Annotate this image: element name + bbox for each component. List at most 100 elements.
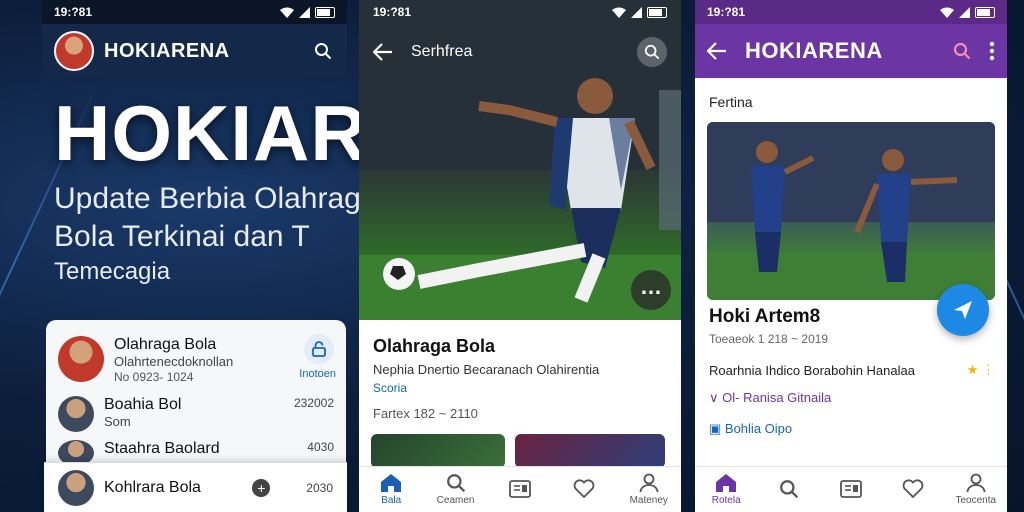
- search-icon: [644, 44, 660, 60]
- search-icon[interactable]: [953, 42, 971, 60]
- article-tag[interactable]: Scoria: [373, 381, 407, 395]
- heart-icon: [574, 478, 595, 498]
- news-icon: [509, 479, 531, 498]
- profile-icon: [639, 473, 659, 493]
- hero-subtitle-line: Temecagia: [54, 258, 171, 285]
- nav-news[interactable]: [824, 479, 878, 500]
- battery-icon: [975, 6, 995, 18]
- article-screen: 19:?81 Serhfrea … Olahraga Bola Nephia D…: [359, 0, 681, 512]
- list-item-meta: No 0923- 1024: [114, 370, 194, 384]
- app-title: HOKIARENA: [745, 38, 883, 63]
- soccer-players-image: [707, 122, 995, 300]
- status-bar: 19:?81: [359, 0, 681, 24]
- nav-label: Bala: [381, 495, 402, 506]
- list-item-title: Staahra Baolard: [104, 440, 220, 457]
- profile-icon: [966, 473, 986, 493]
- app-title: HOKIARENA: [104, 39, 230, 62]
- top-nav: Serhfrea: [359, 28, 681, 76]
- featured-photo[interactable]: [707, 122, 995, 300]
- related-thumbnail[interactable]: [371, 434, 505, 468]
- search-icon: [315, 43, 332, 60]
- signal-icon: [959, 6, 970, 18]
- search-button[interactable]: [637, 37, 667, 67]
- bottom-item-time: 2030: [306, 480, 333, 495]
- nav-search[interactable]: Ceamen: [429, 473, 483, 506]
- list-item-title: Olahraga Bola: [114, 336, 217, 353]
- wifi-icon: [940, 7, 954, 18]
- search-button[interactable]: [311, 39, 335, 63]
- avatar[interactable]: [54, 31, 94, 71]
- nav-label: Rotela: [711, 495, 741, 506]
- hero-photo: 19:?81 Serhfrea …: [359, 0, 681, 320]
- bottom-list-item[interactable]: Kohlrara Bola + 2030: [44, 462, 347, 512]
- hero-subtitle-line: Update Berbia Olahragia: [54, 182, 385, 215]
- nav-label: Mateney: [629, 495, 668, 506]
- status-bar: 19:?81: [42, 0, 347, 24]
- nav-favorites[interactable]: [557, 478, 611, 501]
- nav-label: Ceamen: [436, 495, 475, 506]
- nav-home[interactable]: Rotela: [699, 473, 753, 506]
- avatar: [58, 469, 94, 506]
- related-thumbnail[interactable]: [515, 434, 665, 468]
- lock-label: Inotoen: [299, 368, 336, 380]
- search-icon: [446, 474, 465, 493]
- home-icon: [716, 474, 737, 492]
- bottom-nav: Bala Ceamen Mateney: [359, 466, 681, 512]
- avatar: [58, 396, 94, 432]
- status-time: 19:?81: [707, 5, 746, 19]
- list-item-time: 232002: [293, 396, 334, 410]
- overflow-menu-icon[interactable]: [989, 41, 995, 61]
- heart-icon: [903, 478, 924, 498]
- star-icon[interactable]: ★ ⋮: [967, 362, 995, 378]
- nav-favorites[interactable]: [886, 478, 940, 501]
- status-time: 19:?81: [54, 5, 93, 19]
- related-link-label: Bohlia Oipo: [724, 421, 793, 436]
- nav-label: Teocenta: [955, 495, 997, 506]
- list-item-title: Boahia Bol: [104, 396, 182, 413]
- nav-search[interactable]: [762, 479, 816, 501]
- article-description: Roarhnia Ihdico Borabohin Hanalaa: [709, 363, 915, 378]
- news-icon: [840, 479, 862, 498]
- system-icons: [612, 6, 667, 18]
- home-icon: [381, 474, 402, 492]
- avatar: [58, 336, 104, 382]
- list-item-time: 4030: [307, 440, 334, 454]
- more-options-button[interactable]: …: [631, 270, 671, 310]
- related-link[interactable]: ▣ Bohlia Oipo: [709, 421, 792, 437]
- system-icons: [280, 6, 335, 18]
- battery-icon: [647, 6, 667, 18]
- lock-button[interactable]: [304, 334, 334, 364]
- list-item-subtitle: Olahrtenecdoknollan: [114, 354, 234, 369]
- status-bar: 19:?81: [695, 0, 1007, 24]
- app-bar: HOKIARENA: [695, 24, 1007, 78]
- bottom-item-title: Kohlrara Bola: [104, 478, 201, 496]
- article-title: Hoki Artem8: [709, 306, 821, 327]
- search-icon: [779, 479, 798, 498]
- hero-subtitle-line: Bola Terkinai dan T: [54, 220, 310, 253]
- status-time: 19:?81: [373, 5, 412, 19]
- nav-profile[interactable]: Teocenta: [949, 473, 1003, 506]
- nav-home[interactable]: Bala: [364, 473, 418, 506]
- battery-icon: [315, 6, 335, 18]
- bottom-nav: Rotela Teocenta: [695, 466, 1007, 512]
- signal-icon: [299, 6, 310, 18]
- related-link[interactable]: ∨ Ol- Ranisa Gitnaila: [709, 390, 831, 406]
- back-arrow-icon[interactable]: [373, 43, 393, 61]
- send-icon: [954, 301, 972, 319]
- back-arrow-icon[interactable]: [707, 42, 727, 60]
- wifi-icon: [612, 7, 626, 18]
- nav-profile[interactable]: Mateney: [622, 473, 676, 506]
- bookmark-icon: ▣: [709, 421, 725, 436]
- signal-icon: [631, 6, 642, 18]
- article-meta: Fartex 182 ~ 2110: [373, 406, 478, 421]
- system-icons: [940, 6, 995, 18]
- article-meta: Toeaeok 1 218 ~ 2019: [709, 332, 829, 346]
- article-description: Nephia Dnertio Becaranach Olahirentia: [373, 362, 600, 377]
- add-button[interactable]: +: [252, 478, 271, 497]
- nav-title: Serhfrea: [411, 43, 473, 60]
- list-item[interactable]: Boahia Bol Som 232002: [46, 396, 346, 432]
- section-label: Fertina: [709, 94, 753, 110]
- article-title: Olahraga Bola: [373, 336, 496, 356]
- share-fab[interactable]: [937, 284, 989, 336]
- nav-news[interactable]: [493, 479, 547, 500]
